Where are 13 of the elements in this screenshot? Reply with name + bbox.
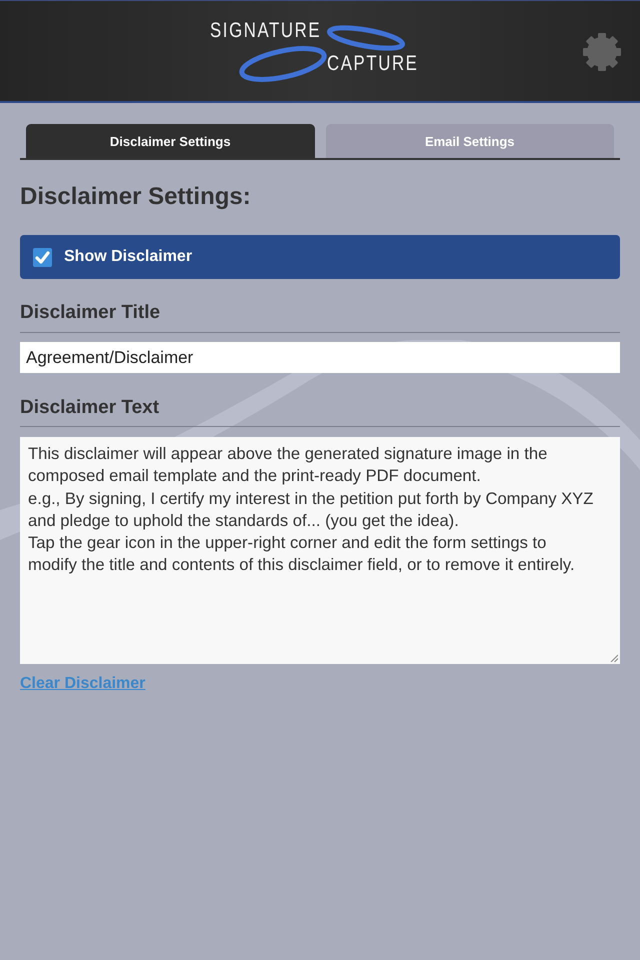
field-label: Disclaimer Title — [20, 301, 620, 333]
title-input-field[interactable]: Agreement/Disclaimer — [20, 342, 620, 373]
settings-icon[interactable] — [582, 32, 622, 72]
checkbox-icon[interactable] — [33, 248, 52, 266]
logo-text: SIGNATURE — [210, 20, 322, 42]
resize-grip-icon[interactable] — [610, 654, 618, 662]
logo-text: CAPTURE — [327, 53, 418, 75]
checkbox-label: Show Disclaimer — [64, 248, 192, 266]
section-heading: Disclaimer Settings: — [20, 184, 252, 210]
show-disclaimer-toggle[interactable]: Show Disclaimer — [20, 235, 620, 279]
settings-tab[interactable]: Disclaimer Settings — [26, 124, 314, 158]
disclaimer-text-area[interactable]: This disclaimer will appear above the generated signature image in the composed email template and the print-ready PDF document. e.g., By signing, I certify my interest in the petition put forth by Company XYZ and pledge to uphold the standards of... (you get the idea). Tap the gear icon in the upper-right corner and edit the form settings to modify the title and contents of this disclaimer field, or to remove it entirely. — [20, 437, 620, 664]
field-label: Disclaimer Text — [20, 396, 620, 427]
